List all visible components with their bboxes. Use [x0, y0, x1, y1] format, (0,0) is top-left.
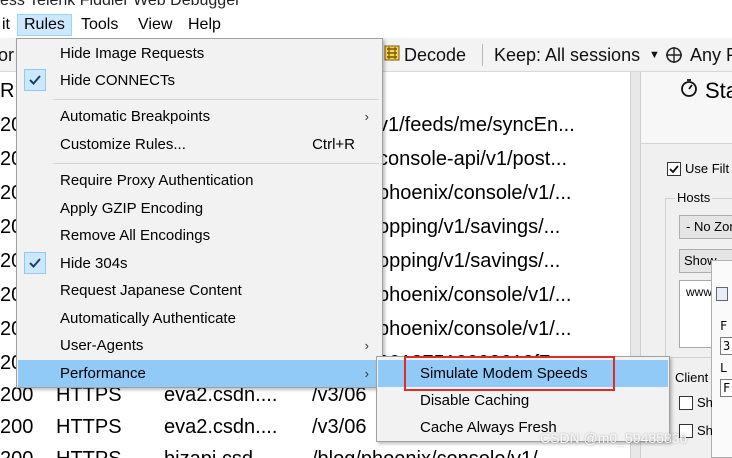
- dialog-field-f[interactable]: F: [720, 379, 732, 397]
- tab-statistics[interactable]: Sta: [705, 78, 732, 104]
- window-title: ess Telerik Fiddler Web Debugger: [0, 0, 241, 9]
- menu-item-shortcut: Ctrl+R: [312, 136, 355, 153]
- cell-protocol: HTTPS: [56, 416, 122, 438]
- decode-icon: [384, 42, 400, 68]
- cell-host: eva2.csdn....: [164, 416, 278, 438]
- menu-item-require-proxy-auth[interactable]: Require Proxy Authentication: [18, 167, 381, 194]
- cell-url: phoenix/console/v1/...: [378, 284, 572, 306]
- table-row[interactable]: 200 HTTPS bizapi.csd... /blog/phoenix/co…: [0, 442, 630, 458]
- menu-item-label: Hide CONNECTs: [60, 72, 176, 89]
- menu-item-label: Performance: [60, 365, 146, 382]
- menu-item-automatic-breakpoints[interactable]: Automatic Breakpoints ›: [18, 103, 381, 130]
- menu-tools[interactable]: Tools: [75, 14, 124, 36]
- menu-separator: [53, 99, 379, 100]
- toolbar-separator: [482, 44, 483, 66]
- menu-view[interactable]: View: [132, 14, 178, 36]
- tab-strip: Sta: [641, 72, 732, 144]
- dialog-label-l: L: [720, 361, 728, 375]
- zone-select[interactable]: - No Zon: [679, 215, 732, 239]
- cell-url: phoenix/console/v1/...: [378, 318, 572, 340]
- cell-result: 200: [0, 416, 34, 438]
- cell-url: opping/v1/savings/...: [378, 250, 561, 272]
- menu-item-label: Customize Rules...: [60, 136, 186, 153]
- dialog-icon: [716, 287, 728, 301]
- menu-item-label: Apply GZIP Encoding: [60, 200, 204, 217]
- menu-item-user-agents[interactable]: User-Agents ›: [18, 332, 381, 359]
- menu-item-label: Disable Caching: [420, 392, 530, 409]
- use-filters-checkbox[interactable]: [667, 162, 681, 176]
- keep-sessions-dropdown[interactable]: Keep: All sessions: [494, 42, 640, 68]
- any-process-button[interactable]: Any P: [690, 42, 732, 68]
- menu-item-auto-authenticate[interactable]: Automatically Authenticate: [18, 305, 381, 332]
- menu-item-label: Remove All Encodings: [60, 227, 211, 244]
- menu-item-apply-gzip[interactable]: Apply GZIP Encoding: [18, 195, 381, 222]
- menu-bar: it Rules Tools View Help: [0, 10, 732, 38]
- cell-url: v1/feeds/me/syncEn...: [378, 114, 575, 136]
- cell-url: /v3/06: [312, 416, 367, 438]
- menu-item-japanese-content[interactable]: Request Japanese Content: [18, 277, 381, 304]
- column-header-result[interactable]: R: [0, 76, 14, 106]
- menu-item-customize-rules[interactable]: Customize Rules... Ctrl+R: [18, 131, 381, 158]
- client-label: Client: [675, 370, 709, 385]
- menu-item-performance[interactable]: Performance ›: [18, 360, 381, 387]
- sh-label-2: Sh: [697, 423, 713, 438]
- menu-item-label: Require Proxy Authentication: [60, 172, 254, 189]
- cell-result: 200: [0, 442, 33, 458]
- toolbar-fragment[interactable]: or: [0, 42, 14, 68]
- watermark: CSDN @m0_59485836: [540, 430, 688, 446]
- crosshair-icon: [665, 42, 683, 68]
- submenu-arrow-icon: ›: [364, 109, 369, 124]
- cell-url: /blog/phoenix/console/v1/...: [312, 442, 554, 458]
- menu-item-label: User-Agents: [60, 337, 144, 354]
- checkmark-icon: [24, 252, 46, 274]
- dialog-label-f: F: [720, 319, 728, 333]
- cell-url: opping/v1/savings/...: [378, 216, 561, 238]
- cell-host: bizapi.csd...: [164, 442, 270, 458]
- rules-menu: Hide Image Requests Hide CONNECTs Automa…: [16, 38, 383, 388]
- submenu-arrow-icon: ›: [364, 338, 369, 353]
- menu-item-hide-image-requests[interactable]: Hide Image Requests: [18, 40, 381, 67]
- menu-item-label: Automatically Authenticate: [60, 310, 236, 327]
- menu-item-disable-caching[interactable]: Disable Caching: [378, 387, 668, 414]
- menu-edit[interactable]: it: [0, 14, 16, 36]
- menu-item-label: Cache Always Fresh: [420, 419, 557, 436]
- cell-protocol: HTTPS: [56, 442, 122, 458]
- menu-item-label: Hide 304s: [60, 255, 128, 272]
- checkmark-icon: [24, 69, 46, 91]
- sh-checkbox-1[interactable]: [679, 396, 693, 410]
- hosts-label: Hosts: [675, 190, 713, 205]
- dialog-field-3[interactable]: 3: [720, 337, 732, 355]
- menu-item-hide-connects[interactable]: Hide CONNECTs: [18, 67, 381, 94]
- use-filters-label: Use Filt: [685, 161, 730, 176]
- menu-item-label: Request Japanese Content: [60, 282, 242, 299]
- menu-item-hide-304s[interactable]: Hide 304s: [18, 250, 381, 277]
- cell-url: console-api/v1/post...: [378, 148, 567, 170]
- title-bar: ess Telerik Fiddler Web Debugger: [0, 0, 732, 10]
- sh-label-1: Sh: [697, 395, 713, 410]
- stats-icon: [679, 78, 699, 104]
- dropdown-arrow-icon: ▼: [649, 49, 660, 61]
- menu-item-label: Automatic Breakpoints: [60, 108, 211, 125]
- submenu-arrow-icon: ›: [364, 366, 369, 381]
- menu-item-remove-encodings[interactable]: Remove All Encodings: [18, 222, 381, 249]
- menu-separator: [53, 163, 379, 164]
- overlay-dialog: F 3 L F: [711, 260, 732, 458]
- annotation-highlight-box: [404, 356, 615, 391]
- menu-rules[interactable]: Rules: [17, 14, 72, 36]
- menu-item-label: Hide Image Requests: [60, 45, 205, 62]
- menu-help[interactable]: Help: [182, 14, 227, 36]
- decode-button[interactable]: Decode: [404, 42, 466, 68]
- cell-url: phoenix/console/v1/...: [378, 182, 572, 204]
